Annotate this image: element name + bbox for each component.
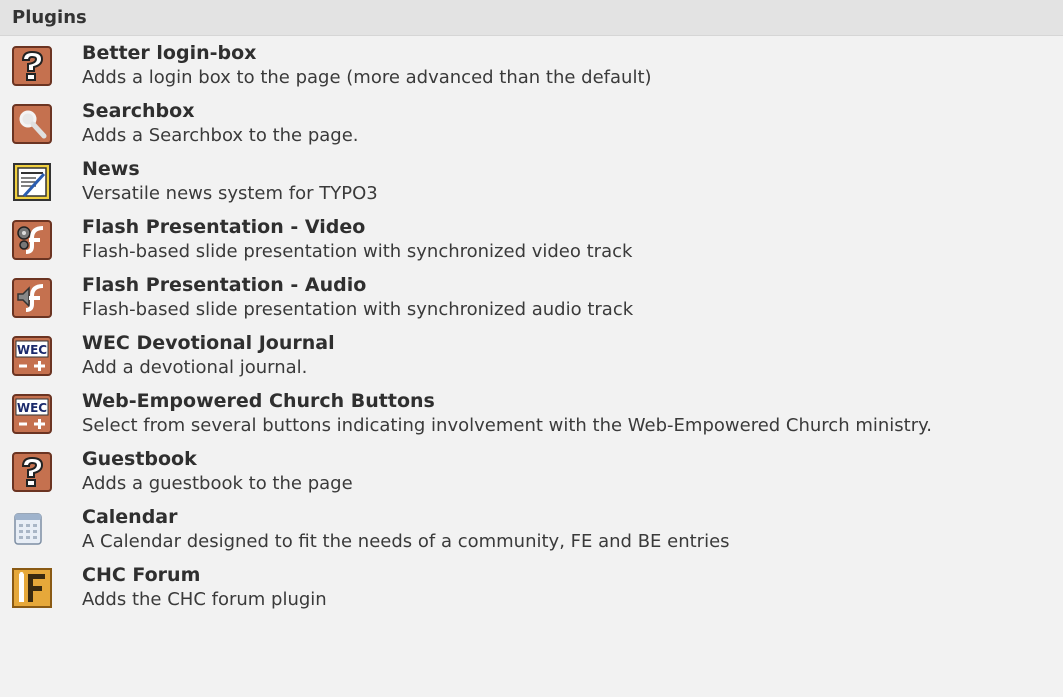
plugin-item-better-login-box[interactable]: Better login-box Adds a login box to the… [0, 41, 1063, 90]
plugin-description: Adds the CHC forum plugin [82, 589, 327, 610]
plugin-item-wec-devotional-journal[interactable]: WEC WEC Devotional Journal Add a devotio… [0, 331, 1063, 380]
plugin-item-flash-video[interactable]: Flash Presentation - Video Flash-based s… [0, 215, 1063, 264]
plugin-title: News [82, 158, 140, 180]
magnifier-icon [12, 104, 52, 144]
plugin-description: Select from several buttons indicating i… [82, 415, 932, 436]
question-icon [12, 452, 52, 492]
plugin-title: WEC Devotional Journal [82, 332, 335, 354]
news-icon [12, 162, 52, 202]
plugin-description: Flash-based slide presentation with sync… [82, 241, 633, 262]
plugin-item-calendar[interactable]: Calendar A Calendar designed to fit the … [0, 505, 1063, 554]
plugin-item-searchbox[interactable]: Searchbox Adds a Searchbox to the page. [0, 99, 1063, 148]
svg-text:WEC: WEC [17, 401, 47, 415]
plugins-panel: Plugins Better login-box Adds a login bo… [0, 0, 1063, 697]
plugin-title: Better login-box [82, 42, 257, 64]
plugin-title: Web-Empowered Church Buttons [82, 390, 435, 412]
plugin-item-chc-forum[interactable]: CHC Forum Adds the CHC forum plugin [0, 563, 1063, 612]
plugin-title: CHC Forum [82, 564, 201, 586]
plugin-description: Versatile news system for TYPO3 [82, 183, 378, 204]
question-icon [12, 46, 52, 86]
plugin-title: Searchbox [82, 100, 195, 122]
panel-header: Plugins [0, 0, 1063, 36]
plugin-title: Flash Presentation - Audio [82, 274, 367, 296]
plugin-description: Flash-based slide presentation with sync… [82, 299, 634, 320]
plugin-item-guestbook[interactable]: Guestbook Adds a guestbook to the page [0, 447, 1063, 496]
plugin-description: Add a devotional journal. [82, 357, 308, 378]
wec-icon: WEC [12, 336, 52, 376]
panel-title: Plugins [12, 7, 87, 28]
plugin-item-news[interactable]: News Versatile news system for TYPO3 [0, 157, 1063, 206]
forum-icon [12, 568, 52, 608]
calendar-icon [12, 510, 52, 550]
plugin-description: Adds a guestbook to the page [82, 473, 353, 494]
plugin-description: Adds a login box to the page (more advan… [82, 67, 652, 88]
plugin-list: Better login-box Adds a login box to the… [0, 36, 1063, 612]
svg-text:WEC: WEC [17, 343, 47, 357]
plugin-item-flash-audio[interactable]: Flash Presentation - Audio Flash-based s… [0, 273, 1063, 322]
flash-video-icon [12, 220, 52, 260]
plugin-description: Adds a Searchbox to the page. [82, 125, 359, 146]
plugin-title: Calendar [82, 506, 178, 528]
flash-audio-icon [12, 278, 52, 318]
plugin-description: A Calendar designed to fit the needs of … [82, 531, 730, 552]
plugin-item-wec-buttons[interactable]: WEC Web-Empowered Church Buttons Select … [0, 389, 1063, 438]
plugin-title: Guestbook [82, 448, 197, 470]
plugin-title: Flash Presentation - Video [82, 216, 366, 238]
wec-icon: WEC [12, 394, 52, 434]
